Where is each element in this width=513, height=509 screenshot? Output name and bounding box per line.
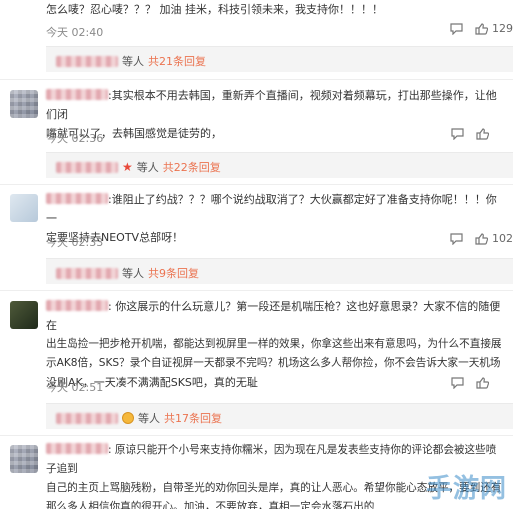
- comment-line: 出生岛捡一把步枪开机喘，都能达到视屏里一样的效果，你拿这些出来有意思吗，为什么不…: [46, 338, 502, 350]
- reply-user-names: [56, 267, 118, 279]
- comment-icon: [451, 377, 464, 389]
- reply-prefix: 等人: [122, 267, 144, 280]
- reply-summary[interactable]: ★ 等人 共22条回复: [46, 152, 513, 178]
- comment-icon: [450, 232, 463, 245]
- like-count: 102: [492, 232, 513, 245]
- comment-meta: 今天 02:36: [46, 128, 513, 146]
- reply-button[interactable]: [451, 377, 464, 389]
- avatar[interactable]: [10, 194, 38, 222]
- user-name[interactable]: [46, 443, 108, 454]
- comment-line: 示AK8倍，SKS？录个自证视屏一天都录不完吗？机场这么多人帮你捡，你不会告诉大…: [46, 357, 501, 369]
- reply-count-link[interactable]: 共9条回复: [148, 265, 199, 281]
- reply-summary[interactable]: 等人 共21条回复: [46, 46, 513, 72]
- reply-prefix: 等人: [122, 55, 144, 68]
- user-name[interactable]: [46, 89, 108, 100]
- comment-line: : 你这展示的什么玩意儿？第一段还是机喘压枪？这也好意思录？大家不信的随便在: [46, 300, 501, 332]
- comment-line: :其实根本不用去韩国，重新弄个直播间，视频对着频幕玩，打出那些操作，让他们闭: [46, 89, 497, 121]
- comment-line: :谁阻止了约战？？？哪个说约战取消了？大伙赢都定好了准备支持你呢！！！你一: [46, 193, 497, 225]
- like-button[interactable]: 102: [475, 232, 513, 245]
- reply-user-names: [56, 412, 118, 424]
- comment-actions: 102: [450, 232, 513, 245]
- comment-icon: [450, 22, 463, 35]
- thumb-up-icon: [476, 377, 489, 389]
- comment-line: 怎么唛？忍心唛？？？ 加油 挂米，科技引领未来，我支持你！！！！: [46, 3, 383, 16]
- comment-actions: [451, 128, 513, 140]
- avatar[interactable]: [10, 301, 38, 329]
- comment-time: 今天 02:40: [46, 26, 104, 39]
- like-button[interactable]: [476, 377, 489, 389]
- like-button[interactable]: 129: [475, 22, 513, 35]
- reply-prefix: 等人: [138, 412, 160, 425]
- reply-summary[interactable]: 等人 共17条回复: [46, 403, 513, 429]
- reply-user-names: [56, 55, 118, 67]
- reply-button[interactable]: [451, 128, 464, 140]
- comment-time: 今天 02:51: [46, 381, 104, 394]
- thumb-up-icon: [475, 232, 488, 245]
- reply-count-link[interactable]: 共22条回复: [163, 159, 221, 175]
- reply-count-link[interactable]: 共17条回复: [164, 410, 222, 426]
- user-name[interactable]: [46, 193, 108, 204]
- reply-user-names: [56, 161, 118, 173]
- reply-summary[interactable]: 等人 共9条回复: [46, 258, 513, 284]
- comment-time: 今天 02:36: [46, 132, 104, 145]
- like-count: 129: [492, 22, 513, 35]
- comment-icon: [451, 128, 464, 140]
- comment-time: 今天 02:33: [46, 236, 104, 249]
- comment-actions: 129: [450, 22, 513, 35]
- star-icon: ★: [122, 160, 133, 174]
- emoji-icon: [122, 412, 134, 424]
- like-button[interactable]: [476, 128, 489, 140]
- thumb-up-icon: [475, 22, 488, 35]
- user-name[interactable]: [46, 300, 108, 311]
- reply-prefix: 等人: [136, 161, 159, 174]
- comment-actions: [451, 377, 513, 389]
- reply-button[interactable]: [450, 22, 463, 35]
- avatar[interactable]: [10, 90, 38, 118]
- reply-count-link[interactable]: 共21条回复: [148, 53, 206, 69]
- comment-meta: 今天 02:40 129: [46, 22, 513, 40]
- comment-meta: 今天 02:33 102: [46, 232, 513, 250]
- comment-meta: 今天 02:51: [46, 377, 513, 395]
- thumb-up-icon: [476, 128, 489, 140]
- reply-button[interactable]: [450, 232, 463, 245]
- site-watermark: 手游网: [425, 474, 507, 504]
- avatar[interactable]: [10, 445, 38, 473]
- comment-text: 怎么唛？忍心唛？？？ 加油 挂米，科技引领未来，我支持你！！！！: [46, 0, 503, 19]
